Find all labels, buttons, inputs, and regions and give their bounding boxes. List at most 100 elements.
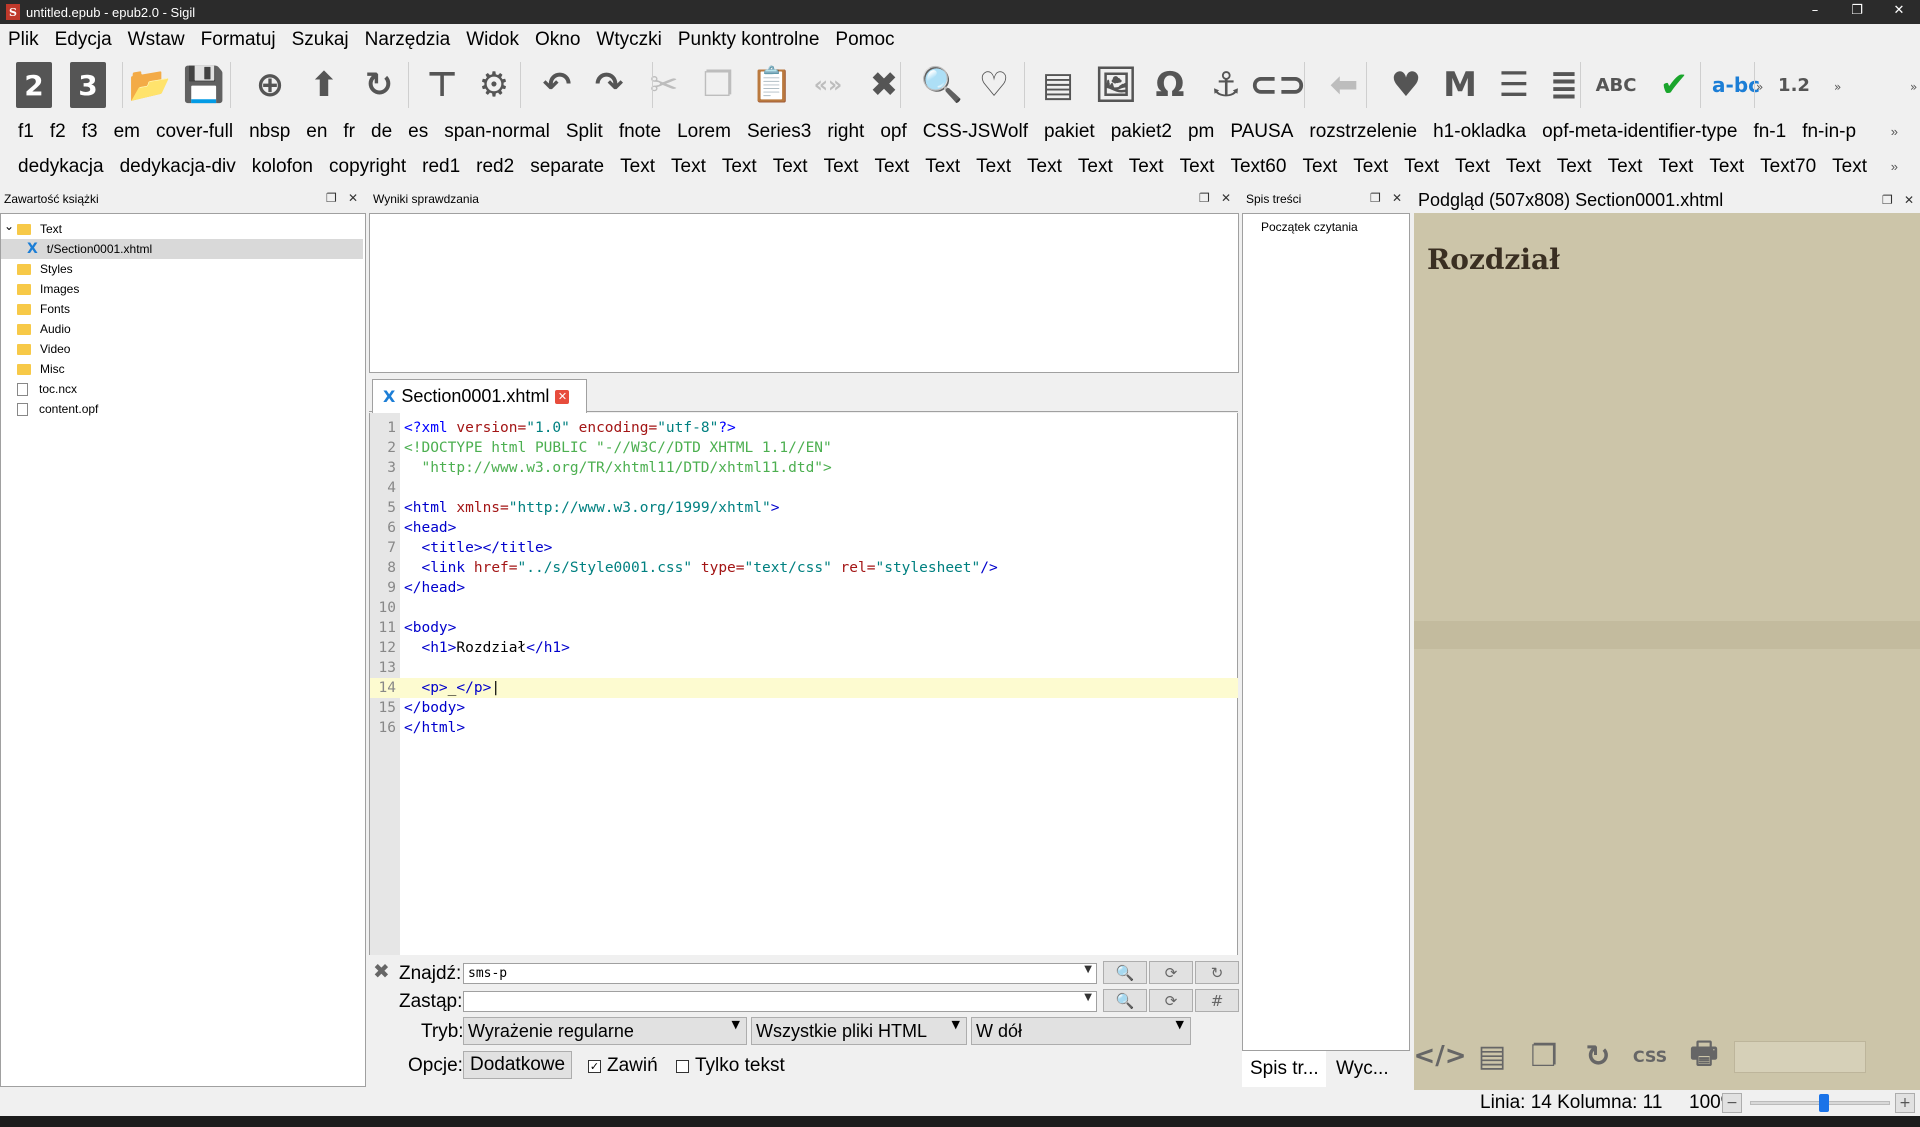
scope-select[interactable]: Wszystkie pliki HTML ▼ <box>751 1017 967 1045</box>
tree-item[interactable]: Fonts <box>1 299 363 319</box>
tree-item[interactable]: toc.ncx <box>1 379 363 399</box>
clip2-item-4[interactable]: red1 <box>422 156 460 178</box>
clip-item-6[interactable]: en <box>306 121 327 143</box>
code-line[interactable]: 7 <title></title> <box>370 538 1238 558</box>
tree-item[interactable]: Video <box>1 339 363 359</box>
open-folder-icon[interactable]: 📂 <box>126 60 174 110</box>
toolbar-overflow-icon[interactable]: » <box>1910 80 1917 94</box>
code-line[interactable]: 11 <body> <box>370 618 1238 638</box>
replace-button[interactable]: 🔍 <box>1103 989 1147 1012</box>
code-line[interactable]: 4 <box>370 478 1238 498</box>
float-icon[interactable]: ❐ <box>1199 191 1210 205</box>
print-icon[interactable]: 🖶 <box>1682 1033 1726 1079</box>
clip2-item-1[interactable]: dedykacja-div <box>120 156 236 178</box>
clip-item-15[interactable]: right <box>827 121 864 143</box>
clip2-item-24[interactable]: Text <box>1506 156 1541 178</box>
tree-item[interactable]: Misc <box>1 359 363 379</box>
menu-punkty-kontrolne[interactable]: Punkty kontrolne <box>678 29 820 51</box>
code-line[interactable]: 10 <box>370 598 1238 618</box>
clip2-item-6[interactable]: separate <box>530 156 604 178</box>
menu-wtyczki[interactable]: Wtyczki <box>596 29 661 51</box>
extra-options-button[interactable]: Dodatkowe <box>463 1051 573 1079</box>
m-icon[interactable]: M <box>1436 60 1484 110</box>
code-line[interactable]: 5 <html xmlns="http://www.w3.org/1999/xht… <box>370 498 1238 518</box>
code-line[interactable]: 1 <?xml version="1.0" encoding="utf-8"?> <box>370 418 1238 438</box>
inspect-icon[interactable]: ▤ <box>1470 1033 1514 1079</box>
code-editor[interactable]: 1 <?xml version="1.0" encoding="utf-8"?> 2… <box>369 413 1238 955</box>
tree-item[interactable]: Images <box>1 279 363 299</box>
clip-item-21[interactable]: PAUSA <box>1230 121 1293 143</box>
zoom-slider[interactable] <box>1750 1094 1890 1112</box>
minimize-button[interactable]: – <box>1794 0 1836 24</box>
validate-icon[interactable]: ✔ <box>1650 60 1698 110</box>
menu-okno[interactable]: Okno <box>535 29 580 51</box>
split-icon[interactable]: ⊤ <box>418 60 466 110</box>
clip2-item-10[interactable]: Text <box>773 156 808 178</box>
clip2-item-12[interactable]: Text <box>874 156 909 178</box>
chevron-down-icon[interactable]: ▼ <box>1084 992 1092 1003</box>
image-icon[interactable]: 🖼 <box>1092 60 1140 110</box>
clipbar-overflow-icon[interactable]: » <box>1891 124 1898 139</box>
clip2-item-18[interactable]: Text <box>1180 156 1215 178</box>
clip-item-22[interactable]: rozstrzelenie <box>1309 121 1417 143</box>
close-icon[interactable]: ✕ <box>1904 193 1914 207</box>
refresh-icon[interactable]: ↻ <box>1576 1033 1620 1079</box>
menu-narzedzia[interactable]: Narzędzia <box>365 29 451 51</box>
heading-3-button[interactable]: 3 <box>70 62 106 108</box>
clip2-item-17[interactable]: Text <box>1129 156 1164 178</box>
code-line[interactable]: 9 </head> <box>370 578 1238 598</box>
numbered-list-icon[interactable]: 1.2 <box>1770 60 1818 110</box>
hyphenate-icon[interactable]: a-bc <box>1712 60 1760 110</box>
zoom-in-button[interactable]: + <box>1895 1093 1915 1113</box>
omega-icon[interactable]: Ω <box>1146 60 1194 110</box>
float-icon[interactable]: ❐ <box>326 191 337 205</box>
code-line[interactable]: 12 <h1>Rozdział</h1> <box>370 638 1238 658</box>
clip-item-10[interactable]: span-normal <box>444 121 550 143</box>
menu-szukaj[interactable]: Szukaj <box>292 29 349 51</box>
preview-search-box[interactable] <box>1734 1041 1866 1073</box>
heart-icon[interactable]: ♥ <box>1382 60 1430 110</box>
clip-item-24[interactable]: opf-meta-identifier-type <box>1542 121 1737 143</box>
checkbox-box[interactable]: ✓ <box>588 1059 601 1073</box>
chevron-down-icon[interactable]: ▼ <box>1084 964 1092 975</box>
close-tab-icon[interactable]: ✕ <box>555 389 570 404</box>
code-line[interactable]: 3 "http://www.w3.org/TR/xhtml11/DTD/xhtm… <box>370 458 1238 478</box>
clip2-item-7[interactable]: Text <box>620 156 655 178</box>
clip2-item-2[interactable]: kolofon <box>252 156 313 178</box>
wrap-checkbox[interactable]: ✓ Zawiń <box>588 1055 658 1077</box>
menu-edycja[interactable]: Edycja <box>55 29 112 51</box>
count-button[interactable]: ↻ <box>1195 961 1239 984</box>
find-all-button[interactable]: ⟳ <box>1149 961 1193 984</box>
tree-item[interactable]: Audio <box>1 319 363 339</box>
clip-item-20[interactable]: pm <box>1188 121 1214 143</box>
code-view-icon[interactable]: </> <box>1413 1033 1466 1079</box>
menu-wstaw[interactable]: Wstaw <box>128 29 185 51</box>
mode-select[interactable]: Wyrażenie regularne ▼ <box>463 1017 747 1045</box>
clip2-item-16[interactable]: Text <box>1078 156 1113 178</box>
code-tags-icon[interactable]: «» <box>804 60 852 110</box>
expand-chevron-icon[interactable]: ⌄ <box>4 219 14 233</box>
clip-item-25[interactable]: fn-1 <box>1753 121 1786 143</box>
clip2-item-19[interactable]: Text60 <box>1230 156 1286 178</box>
tab-toc[interactable]: Spis tr... <box>1242 1051 1326 1087</box>
search-icon[interactable]: 🔍 <box>918 60 966 110</box>
clip2-item-28[interactable]: Text <box>1709 156 1744 178</box>
close-icon[interactable]: ✕ <box>1392 191 1402 205</box>
restore-button[interactable]: ❐ <box>1836 0 1878 24</box>
arrow-left-icon[interactable]: ⬅ <box>1320 60 1368 110</box>
clip-item-26[interactable]: fn-in-p <box>1802 121 1856 143</box>
move-up-icon[interactable]: ⬆ <box>300 60 348 110</box>
float-icon[interactable]: ❐ <box>1370 191 1381 205</box>
clip2-item-15[interactable]: Text <box>1027 156 1062 178</box>
code-line[interactable]: 16 </html> <box>370 718 1238 738</box>
hash-button[interactable]: # <box>1195 989 1239 1012</box>
list-icon[interactable]: ☰ <box>1490 60 1538 110</box>
clip2-item-13[interactable]: Text <box>925 156 960 178</box>
cut-icon[interactable]: ✂ <box>640 60 688 110</box>
tree-item[interactable]: ⌄ Text <box>1 219 363 239</box>
clip2-item-8[interactable]: Text <box>671 156 706 178</box>
clip-item-23[interactable]: h1-okladka <box>1433 121 1526 143</box>
clip-item-1[interactable]: f2 <box>50 121 66 143</box>
zoom-out-button[interactable]: − <box>1722 1093 1742 1113</box>
spellcheck-icon[interactable]: ABC <box>1592 60 1640 110</box>
